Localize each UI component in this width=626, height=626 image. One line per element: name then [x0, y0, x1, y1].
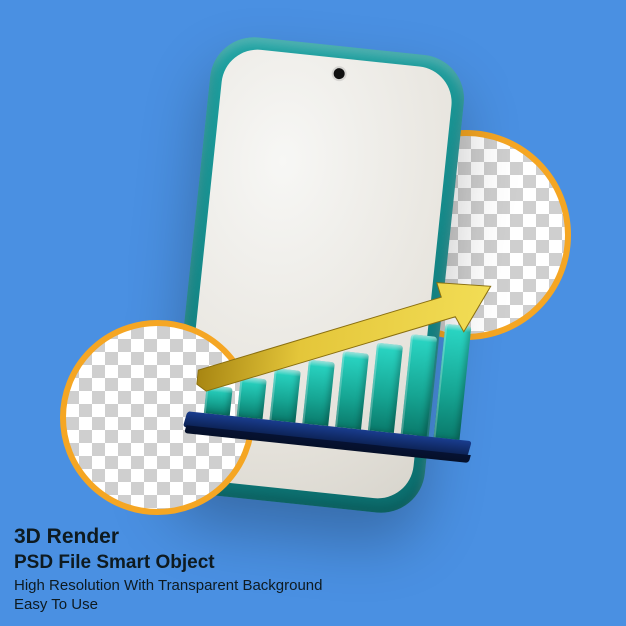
caption-line-1: High Resolution With Transparent Backgro… [14, 576, 323, 595]
caption-title: 3D Render [14, 524, 323, 551]
caption-subtitle: PSD File Smart Object [14, 551, 323, 575]
trend-arrow-icon [191, 252, 495, 431]
caption-line-2: Easy To Use [14, 595, 323, 614]
product-caption: 3D Render PSD File Smart Object High Res… [14, 524, 323, 614]
product-preview-canvas: 3D Render PSD File Smart Object High Res… [0, 0, 626, 626]
growth-bar-chart [181, 276, 478, 484]
